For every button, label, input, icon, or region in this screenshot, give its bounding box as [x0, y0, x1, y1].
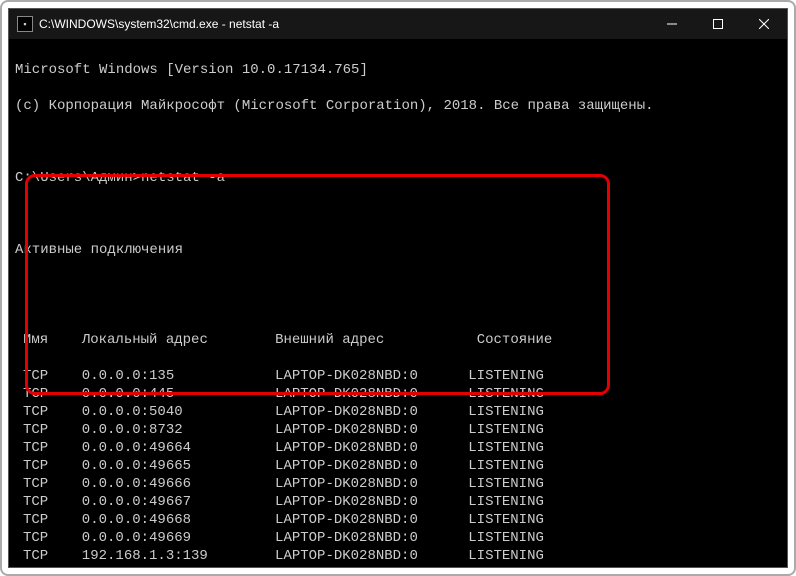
table-header-row: Имя Локальный адрес Внешний адрес Состоя… [23, 331, 781, 349]
table-row: TCP 0.0.0.0:8732 LAPTOP-DK028NBD:0 LISTE… [23, 421, 781, 439]
maximize-button[interactable] [695, 9, 741, 39]
table-row: TCP 0.0.0.0:49668 LAPTOP-DK028NBD:0 LIST… [23, 511, 781, 529]
table-row: TCP 0.0.0.0:135 LAPTOP-DK028NBD:0 LISTEN… [23, 367, 781, 385]
close-icon [759, 19, 769, 29]
table-row: TCP 0.0.0.0:49665 LAPTOP-DK028NBD:0 LIST… [23, 457, 781, 475]
copyright-line: (c) Корпорация Майкрософт (Microsoft Cor… [15, 97, 781, 115]
cmd-window: ▪ C:\WINDOWS\system32\cmd.exe - netstat … [8, 8, 788, 568]
table-row: TCP 0.0.0.0:49667 LAPTOP-DK028NBD:0 LIST… [23, 493, 781, 511]
banner-line: Microsoft Windows [Version 10.0.17134.76… [15, 61, 781, 79]
prompt-line: C:\Users\Админ>netstat -a [15, 169, 781, 187]
maximize-icon [713, 19, 723, 29]
header-local: Локальный адрес [82, 332, 208, 348]
table-row: TCP 0.0.0.0:49669 LAPTOP-DK028NBD:0 LIST… [23, 529, 781, 547]
active-connections-label: Активные подключения [15, 241, 781, 259]
table-row: TCP 0.0.0.0:49666 LAPTOP-DK028NBD:0 LIST… [23, 475, 781, 493]
header-remote: Внешний адрес [275, 332, 384, 348]
minimize-icon [667, 19, 677, 29]
blank-line [15, 133, 781, 151]
blank-line [15, 277, 781, 295]
table-row: TCP 192.168.1.3:139 LAPTOP-DK028NBD:0 LI… [23, 547, 781, 565]
screenshot-frame: ▪ C:\WINDOWS\system32\cmd.exe - netstat … [0, 0, 796, 576]
table-row: TCP 0.0.0.0:49664 LAPTOP-DK028NBD:0 LIST… [23, 439, 781, 457]
header-state: Состояние [477, 332, 553, 348]
window-title: C:\WINDOWS\system32\cmd.exe - netstat -a [39, 17, 649, 31]
titlebar[interactable]: ▪ C:\WINDOWS\system32\cmd.exe - netstat … [9, 9, 787, 39]
cmd-icon: ▪ [17, 16, 33, 32]
close-button[interactable] [741, 9, 787, 39]
header-name: Имя [23, 332, 48, 348]
blank-line [15, 205, 781, 223]
minimize-button[interactable] [649, 9, 695, 39]
window-controls [649, 9, 787, 39]
table-row: TCP 0.0.0.0:445 LAPTOP-DK028NBD:0 LISTEN… [23, 385, 781, 403]
netstat-table: Имя Локальный адрес Внешний адрес Состоя… [15, 313, 781, 567]
table-row: TCP 0.0.0.0:5040 LAPTOP-DK028NBD:0 LISTE… [23, 403, 781, 421]
terminal-output[interactable]: Microsoft Windows [Version 10.0.17134.76… [9, 39, 787, 567]
